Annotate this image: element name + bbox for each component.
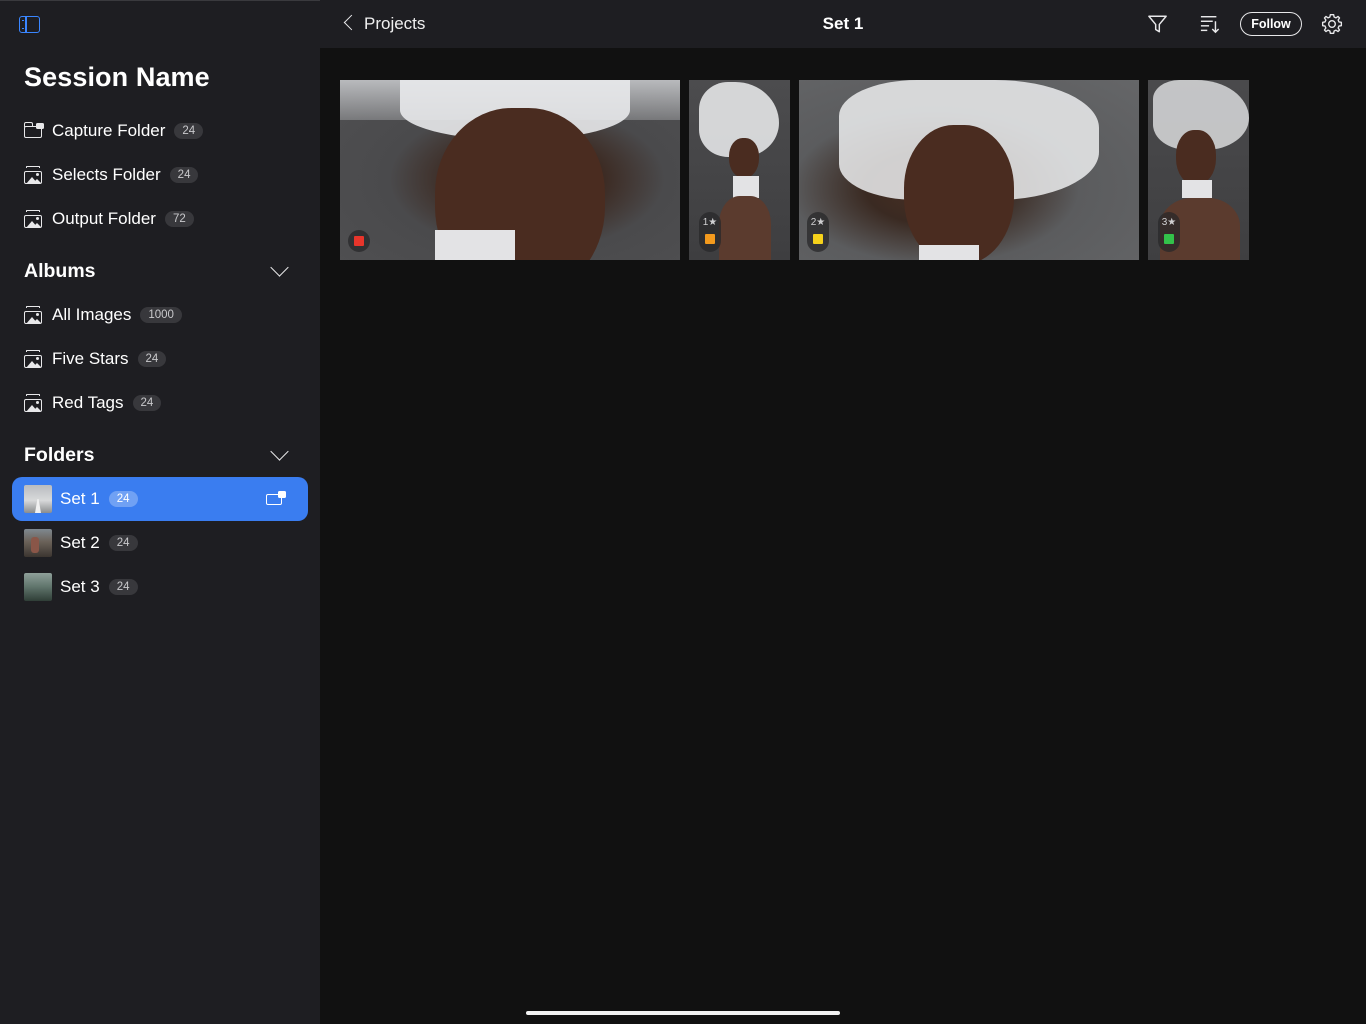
- sidebar-item-label: Output Folder: [52, 209, 156, 228]
- folder-thumbnail: [24, 529, 52, 557]
- star-rating: 1★: [702, 217, 718, 228]
- sidebar-item-five-stars[interactable]: Five Stars 24: [12, 337, 308, 381]
- sidebar-toggle-icon[interactable]: [19, 16, 40, 33]
- sidebar-item-label: Capture Folder: [52, 121, 166, 140]
- album-icon: [24, 209, 42, 229]
- album-icon: [24, 165, 42, 185]
- count-badge: 24: [108, 579, 138, 595]
- count-badge: 24: [132, 395, 162, 411]
- follow-button[interactable]: Follow: [1240, 12, 1302, 36]
- star-rating: 2★: [810, 217, 826, 228]
- photo-thumbnail[interactable]: [340, 80, 680, 260]
- sidebar-item-label: Set 2: [60, 533, 100, 552]
- chevron-down-icon[interactable]: [270, 442, 289, 461]
- back-button[interactable]: Projects: [364, 14, 425, 34]
- count-badge: 24: [169, 167, 199, 183]
- sidebar-item-set-1[interactable]: Set 1 24: [12, 477, 308, 521]
- divider: [0, 0, 320, 1]
- sidebar-item-label: Red Tags: [52, 393, 124, 412]
- rating-badge: 2★: [807, 212, 829, 252]
- count-badge: 24: [137, 351, 167, 367]
- app-window: Session Name Capture Folder 24 Selects F…: [0, 0, 1366, 1024]
- home-indicator: [526, 1011, 840, 1015]
- color-tag-swatch: [1164, 234, 1174, 244]
- sidebar-item-all-images[interactable]: All Images 1000: [12, 293, 308, 337]
- sidebar-item-label: Set 1: [60, 489, 100, 508]
- sidebar-item-capture-folder[interactable]: Capture Folder 24: [12, 109, 308, 153]
- sidebar-item-set-2[interactable]: Set 2 24: [12, 521, 308, 565]
- photo-thumbnail[interactable]: 2★: [799, 80, 1139, 260]
- folder-thumbnail: [24, 573, 52, 601]
- sidebar-item-label: Selects Folder: [52, 165, 161, 184]
- color-tag-swatch: [354, 236, 364, 246]
- count-badge: 24: [174, 123, 204, 139]
- count-badge: 24: [108, 535, 138, 551]
- sidebar: Session Name Capture Folder 24 Selects F…: [0, 0, 320, 1024]
- star-rating: 3★: [1161, 217, 1177, 228]
- folders-section-title: Folders: [24, 444, 95, 466]
- capture-folder-icon: [23, 122, 44, 138]
- sidebar-item-selects-folder[interactable]: Selects Folder 24: [12, 153, 308, 197]
- page-title: Set 1: [822, 14, 864, 33]
- rating-badge: 1★: [699, 212, 721, 252]
- filter-icon[interactable]: [1147, 14, 1168, 34]
- albums-section-title: Albums: [24, 260, 96, 282]
- count-badge: 1000: [140, 307, 182, 323]
- photo-thumbnail[interactable]: 3★: [1148, 80, 1249, 260]
- sidebar-item-set-3[interactable]: Set 3 24: [12, 565, 308, 609]
- sidebar-item-red-tags[interactable]: Red Tags 24: [12, 381, 308, 425]
- count-badge: 72: [164, 211, 194, 227]
- gear-icon[interactable]: [1321, 13, 1343, 35]
- sort-icon[interactable]: [1200, 14, 1220, 34]
- sidebar-item-output-folder[interactable]: Output Folder 72: [12, 197, 308, 241]
- color-tag: [348, 230, 370, 252]
- count-badge: 24: [108, 491, 138, 507]
- session-name: Session Name: [24, 62, 210, 92]
- color-tag-swatch: [813, 234, 823, 244]
- chevron-down-icon[interactable]: [270, 258, 289, 277]
- album-icon: [24, 393, 42, 413]
- album-icon: [24, 349, 42, 369]
- capture-folder-icon: [266, 491, 286, 505]
- sidebar-item-label: Five Stars: [52, 349, 129, 368]
- photo-thumbnail[interactable]: 1★: [689, 80, 790, 260]
- sidebar-item-label: Set 3: [60, 577, 100, 596]
- sidebar-item-label: All Images: [52, 305, 132, 324]
- album-icon: [24, 305, 42, 325]
- rating-badge: 3★: [1158, 212, 1180, 252]
- folder-thumbnail: [24, 485, 52, 513]
- color-tag-swatch: [705, 234, 715, 244]
